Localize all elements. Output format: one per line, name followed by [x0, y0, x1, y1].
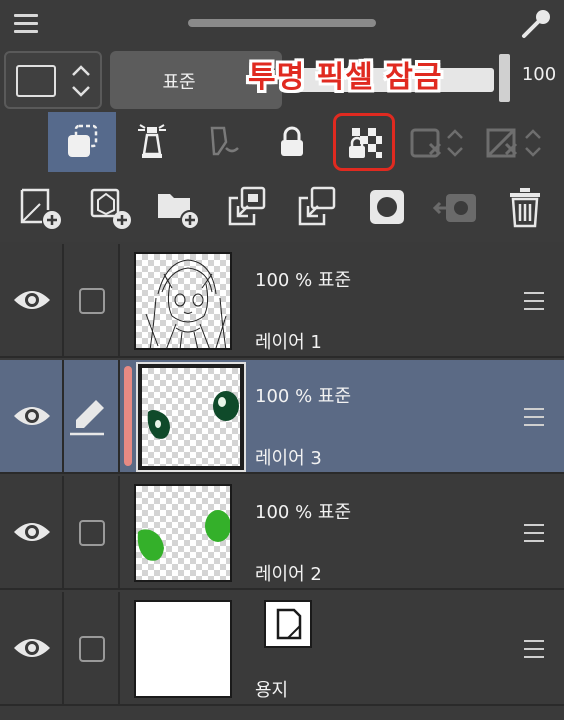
layer-list: 100 % 표준 레이어 1 100 % 표준 레이어 3 100 % 표준 레…	[0, 244, 564, 720]
reference-layer-icon	[138, 124, 166, 158]
selected-layer-indicator	[124, 366, 132, 466]
mask-on-layer-icon	[410, 128, 463, 158]
merge-with-layer-below-icon[interactable]	[294, 184, 344, 232]
eye-icon[interactable]	[12, 286, 52, 314]
top-bar	[0, 0, 564, 48]
layer-color-selector[interactable]	[4, 51, 102, 109]
create-layer-mask-icon[interactable]	[364, 184, 414, 232]
mask-on-layer-button[interactable]	[404, 112, 472, 172]
opacity-value[interactable]: 100	[514, 64, 564, 85]
lock-icon	[281, 126, 303, 156]
reference-layer-button[interactable]	[118, 112, 186, 172]
blend-mode-label: 표준	[162, 72, 196, 93]
ruler-on-layer-button[interactable]	[480, 112, 548, 172]
draft-layer-icon	[210, 126, 239, 156]
layer-thumbnail	[136, 362, 246, 472]
dark-green-eyes	[147, 391, 239, 439]
up-down-chevron-icon	[72, 65, 90, 97]
layer-name: 용지	[255, 680, 289, 701]
layer-color-swatch	[16, 65, 56, 97]
paper-layer-icon	[264, 600, 312, 648]
column-divider	[118, 244, 120, 358]
new-raster-layer-icon[interactable]	[16, 184, 66, 232]
layer-mode-label: 100 % 표준	[255, 502, 352, 523]
layer-row[interactable]: 100 % 표준 레이어 1	[0, 244, 564, 358]
apply-mask-icon[interactable]	[432, 184, 482, 232]
column-divider	[62, 592, 64, 706]
hamburger-icon[interactable]	[14, 14, 38, 34]
column-divider	[62, 244, 64, 358]
layer-mode-label: 100 % 표준	[255, 270, 352, 291]
transfer-to-lower-layer-icon[interactable]	[224, 184, 274, 232]
eye-icon[interactable]	[12, 518, 52, 546]
clipping-button[interactable]	[48, 112, 116, 172]
drag-handle-icon[interactable]	[524, 292, 544, 310]
layer-thumbnail	[134, 484, 232, 582]
new-folder-icon[interactable]	[154, 184, 204, 232]
drag-handle[interactable]	[188, 19, 376, 27]
pencil-icon	[70, 400, 104, 436]
layer-name: 레이어 3	[255, 448, 322, 469]
light-green-spots	[137, 510, 230, 561]
drag-handle-icon[interactable]	[524, 408, 544, 426]
clipping-icon	[68, 124, 98, 157]
delete-layer-icon[interactable]	[502, 184, 552, 232]
column-divider	[118, 360, 120, 474]
layer-name: 레이어 1	[255, 332, 322, 353]
layer-checkbox[interactable]	[79, 520, 105, 546]
column-divider	[118, 476, 120, 590]
layer-action-toolbar	[0, 174, 564, 242]
opacity-slider-handle[interactable]	[499, 54, 510, 102]
layer-row[interactable]: 용지	[0, 592, 564, 706]
callout-label: 투명 픽셀 잠금	[248, 60, 443, 95]
layer-name: 레이어 2	[255, 564, 322, 585]
drag-handle-icon[interactable]	[524, 524, 544, 542]
draft-layer-button[interactable]	[188, 112, 256, 172]
layer-thumbnail	[134, 600, 232, 698]
layer-row[interactable]: 100 % 표준 레이어 2	[0, 476, 564, 590]
drag-handle-icon[interactable]	[524, 640, 544, 658]
column-divider	[118, 592, 120, 706]
layer-checkbox[interactable]	[79, 288, 105, 314]
eye-icon[interactable]	[12, 634, 52, 662]
layer-row[interactable]: 100 % 표준 레이어 3	[0, 360, 564, 474]
lock-layer-button[interactable]	[258, 112, 326, 172]
line-art-sketch	[145, 259, 227, 348]
eyedropper-icon[interactable]	[518, 8, 552, 42]
layer-mode-label: 100 % 표준	[255, 386, 352, 407]
layer-thumbnail	[134, 252, 232, 350]
ruler-on-layer-icon	[486, 128, 541, 158]
layer-toggle-toolbar	[0, 112, 564, 174]
column-divider	[62, 476, 64, 590]
new-vector-layer-icon[interactable]	[86, 184, 136, 232]
column-divider	[62, 360, 64, 474]
highlight-box	[333, 113, 395, 171]
eye-icon[interactable]	[12, 402, 52, 430]
layer-checkbox[interactable]	[79, 636, 105, 662]
